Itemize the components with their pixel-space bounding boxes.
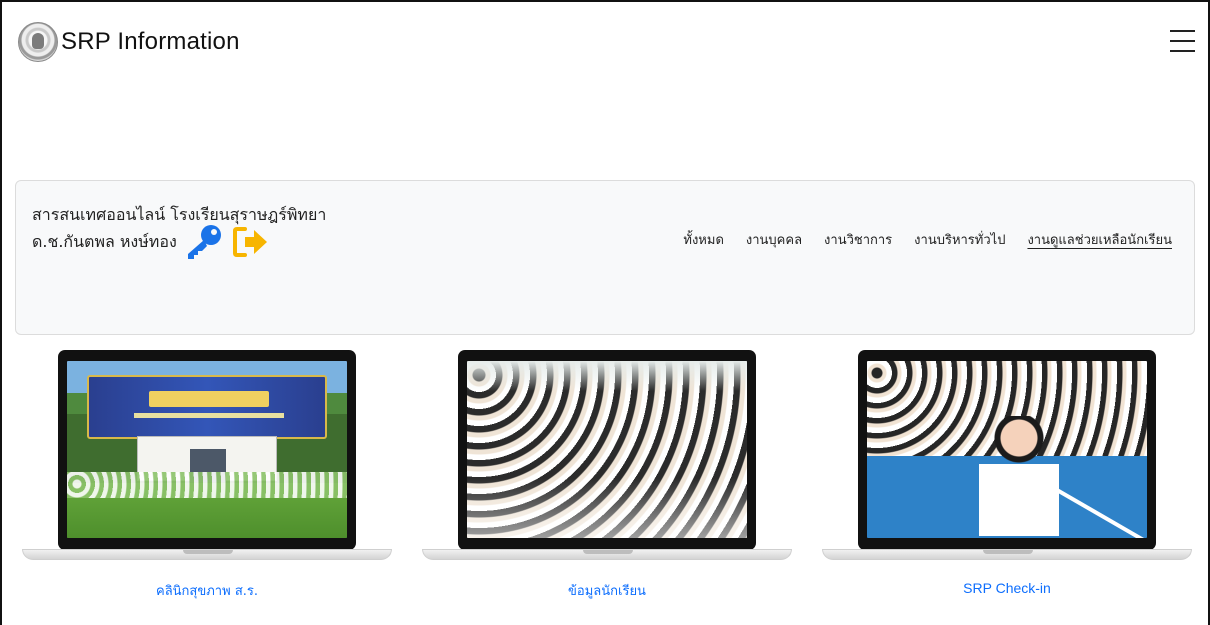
card-student-data[interactable]: ข้อมูลนักเรียน xyxy=(422,350,792,599)
hamburger-menu-button[interactable] xyxy=(1170,30,1196,56)
brand-link[interactable]: SRP Information xyxy=(18,22,240,62)
floor-stripe-graphic xyxy=(1049,484,1147,538)
hamburger-line xyxy=(1170,30,1195,32)
card-title[interactable]: SRP Check-in xyxy=(822,580,1192,596)
banner-graphic xyxy=(87,375,327,439)
laptop-screen xyxy=(858,350,1156,550)
card-image xyxy=(467,361,747,538)
flowers-graphic xyxy=(67,472,347,498)
laptop-screen xyxy=(458,350,756,550)
card-srp-checkin[interactable]: SRP Check-in xyxy=(822,350,1192,596)
laptop-base xyxy=(422,549,792,560)
nav-personnel[interactable]: งานบุคคล xyxy=(746,229,802,250)
card-image xyxy=(67,361,347,538)
student-graphic xyxy=(979,416,1059,536)
laptop-screen xyxy=(58,350,356,550)
laptop-frame xyxy=(22,350,392,564)
card-health-clinic[interactable]: คลินิกสุขภาพ ส.ร. xyxy=(22,350,392,599)
nav-academic[interactable]: งานวิชาการ xyxy=(824,229,892,250)
nav-student-support[interactable]: งานดูแลช่วยเหลือนักเรียน xyxy=(1027,229,1172,250)
user-row: ด.ช.กันตพล หงษ์ทอง xyxy=(32,223,269,261)
laptop-base xyxy=(822,549,1192,560)
key-icon[interactable] xyxy=(183,223,225,261)
hamburger-line xyxy=(1170,40,1195,42)
nav-all[interactable]: ทั้งหมด xyxy=(683,229,724,250)
sign-out-icon[interactable] xyxy=(232,227,269,257)
nav-general-admin[interactable]: งานบริหารทั่วไป xyxy=(914,229,1005,250)
card-title[interactable]: คลินิกสุขภาพ ส.ร. xyxy=(22,580,392,601)
hamburger-line xyxy=(1170,50,1195,52)
card-title[interactable]: ข้อมูลนักเรียน xyxy=(422,580,792,601)
info-panel: สารสนเทศออนไลน์ โรงเรียนสุราษฎร์พิทยา ด.… xyxy=(15,180,1195,335)
laptop-base xyxy=(22,549,392,560)
laptop-frame xyxy=(822,350,1192,564)
top-navbar: SRP Information xyxy=(14,22,1196,66)
category-nav: ทั้งหมด งานบุคคล งานวิชาการ งานบริหารทั่… xyxy=(683,229,1172,250)
school-emblem-icon xyxy=(18,22,58,62)
brand-title: SRP Information xyxy=(61,28,240,55)
user-name: ด.ช.กันตพล หงษ์ทอง xyxy=(32,231,177,251)
card-image xyxy=(867,361,1147,538)
laptop-frame xyxy=(422,350,792,564)
